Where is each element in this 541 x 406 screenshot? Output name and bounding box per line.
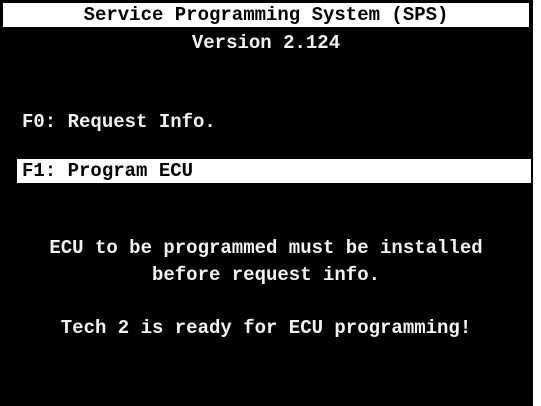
menu-item-program-ecu[interactable]: F1: Program ECU: [17, 159, 531, 183]
instruction-line-1: ECU to be programmed must be installed: [49, 237, 483, 259]
instruction-line-2: before request info.: [151, 264, 381, 286]
screen-title: Service Programming System (SPS): [3, 3, 529, 27]
tech2-screen: Service Programming System (SPS) Version…: [0, 0, 533, 406]
version-label: Version 2.124: [191, 32, 341, 54]
status-message: Tech 2 is ready for ECU programming!: [60, 317, 472, 339]
menu-item-request-info[interactable]: F0: Request Info.: [16, 110, 529, 134]
